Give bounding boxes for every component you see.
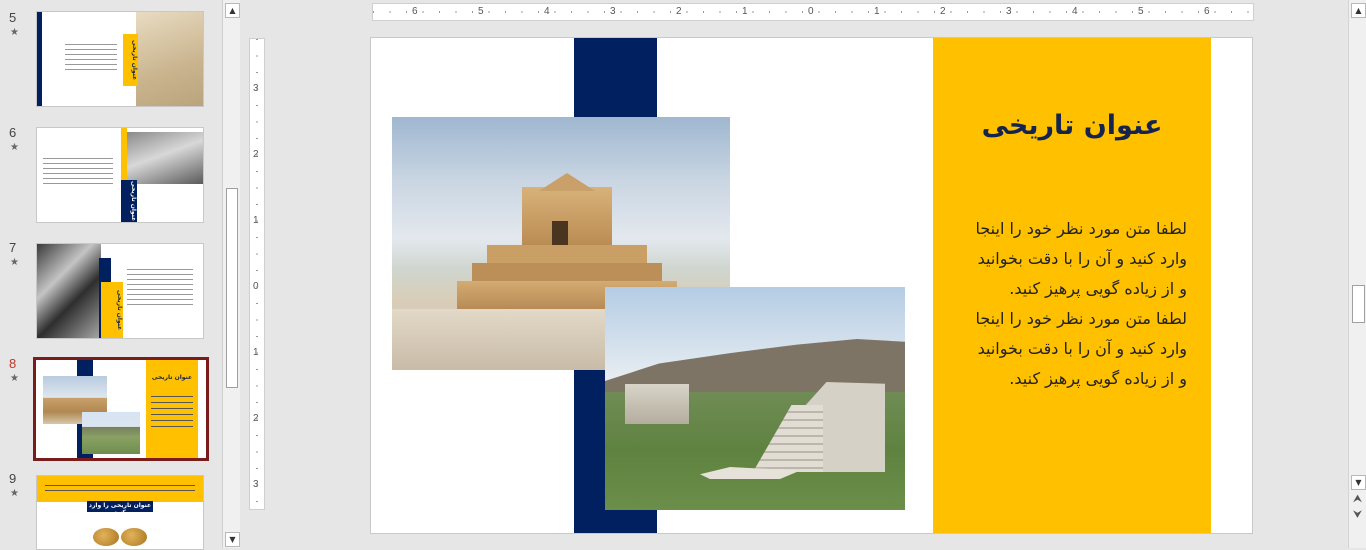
thumb-title: عنوان تاریخی xyxy=(151,374,193,381)
ruins-photo[interactable] xyxy=(605,287,905,510)
animation-star-icon: ★ xyxy=(10,142,19,153)
slide-thumbnail-7[interactable]: عنوان تاریخی xyxy=(36,243,204,339)
scrollbar-thumb[interactable] xyxy=(1352,285,1365,323)
thumbnail-scrollbar[interactable]: ▲ ▼ xyxy=(222,0,240,548)
vertical-ruler: 3 2 1 0 1 2 3 xyxy=(249,38,265,510)
slide-thumbnail-9[interactable]: عنوان تاریخی را وارد کنید xyxy=(36,475,204,550)
slide-thumbnail-pane: 5 ★ عنوان تاریخی 6 ★ عنوان تاریخی 7 ★ عن… xyxy=(0,0,222,550)
thumb-title: عنوان تاریخی xyxy=(131,39,138,81)
horizontal-ruler: 6 5 4 3 2 1 0 1 2 3 4 5 6 xyxy=(372,3,1254,21)
thumb-title: عنوان تاریخی xyxy=(130,180,137,222)
slide-thumbnail-5[interactable]: عنوان تاریخی xyxy=(36,11,204,107)
thumb-title: عنوان تاریخی را وارد کنید xyxy=(88,502,152,516)
scrollbar-thumb[interactable] xyxy=(226,188,238,388)
scroll-down-icon[interactable]: ▼ xyxy=(225,532,240,547)
slide-number-7: 7 xyxy=(9,240,17,255)
slide-number-6: 6 xyxy=(9,125,17,140)
animation-star-icon: ★ xyxy=(10,488,19,499)
slide-number-5: 5 xyxy=(9,10,17,25)
slide-body-text[interactable]: لطفا متن مورد نظر خود را اینجا وارد کنید… xyxy=(957,214,1187,394)
slide-number-9: 9 xyxy=(9,471,17,486)
previous-slide-icon[interactable]: ⮝ xyxy=(1351,492,1364,506)
next-slide-icon[interactable]: ⮟ xyxy=(1351,508,1364,522)
scroll-up-icon[interactable]: ▲ xyxy=(225,3,240,18)
slide-canvas[interactable]: عنوان تاریخی لطفا متن مورد نظر خود را ای… xyxy=(370,37,1253,534)
scroll-down-icon[interactable]: ▼ xyxy=(1351,475,1366,490)
thumb-title: عنوان تاریخی xyxy=(116,289,123,331)
editor-scrollbar[interactable]: ▲ ▼ ⮝ ⮟ xyxy=(1348,0,1366,548)
animation-star-icon: ★ xyxy=(10,257,19,268)
slide-title[interactable]: عنوان تاریخی xyxy=(933,110,1211,141)
slide-thumbnail-8[interactable]: عنوان تاریخی xyxy=(33,357,209,461)
slide-thumbnail-6[interactable]: عنوان تاریخی xyxy=(36,127,204,223)
scroll-up-icon[interactable]: ▲ xyxy=(1351,3,1366,18)
animation-star-icon: ★ xyxy=(10,27,19,38)
slide-number-8: 8 xyxy=(9,356,17,371)
animation-star-icon: ★ xyxy=(10,373,19,384)
